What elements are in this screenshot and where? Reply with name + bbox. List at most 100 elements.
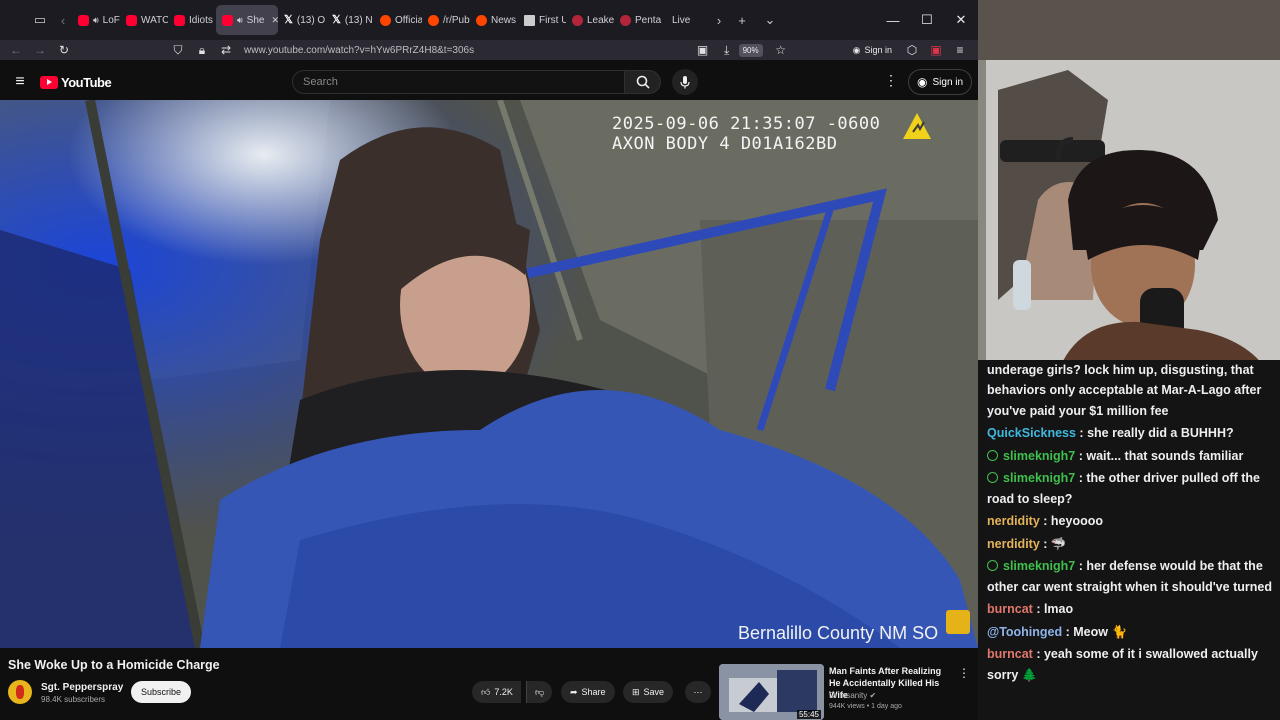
- hamburger-menu-icon[interactable]: ≡: [0, 73, 40, 91]
- minimize-icon[interactable]: —: [876, 5, 910, 35]
- chat-username[interactable]: nerdidity: [987, 514, 1040, 528]
- browser-sign-in[interactable]: ◉ Sign in: [853, 45, 892, 56]
- extensions-icon[interactable]: ⬡: [900, 40, 924, 60]
- voice-search-button[interactable]: [672, 69, 698, 95]
- close-window-icon[interactable]: ✕: [944, 5, 978, 35]
- search-button[interactable]: [625, 70, 661, 94]
- tab-label: LoFi D: [102, 14, 120, 26]
- back-icon[interactable]: ←: [4, 40, 28, 60]
- youtube-sign-in-button[interactable]: ◉ Sign in: [908, 69, 973, 95]
- chat-separator: :: [1075, 449, 1087, 463]
- browser-tab[interactable]: WATC: [120, 5, 168, 35]
- bookmark-star-icon[interactable]: ☆: [769, 40, 793, 60]
- browser-tab[interactable]: Officia: [374, 5, 422, 35]
- channel-watermark-icon[interactable]: [946, 610, 970, 634]
- chat-message-text: 🦈: [1050, 537, 1067, 551]
- browser-menu-icon[interactable]: ≡: [948, 40, 972, 60]
- share-button[interactable]: ➦ Share: [561, 681, 615, 703]
- browser-tab[interactable]: News: [470, 5, 518, 35]
- tab-label: First U: [539, 14, 566, 26]
- maximize-icon[interactable]: ☐: [910, 5, 944, 35]
- chat-message: @Toohinged : Meow 🐈: [987, 621, 1272, 644]
- browser-tab[interactable]: 🔊︎ She ✕: [216, 5, 278, 35]
- like-button[interactable]: 👍︎ 7.2K: [472, 681, 521, 703]
- webcam-feed: [978, 0, 1280, 372]
- dislike-button[interactable]: 👎︎: [526, 681, 553, 703]
- subscribe-button[interactable]: Subscribe: [131, 681, 192, 703]
- browser-tab[interactable]: 𝕏 (13) O: [278, 5, 326, 35]
- tab-label: (13) O: [296, 14, 326, 26]
- live-chat: underage girls? lock him up, disgusting,…: [978, 360, 1280, 720]
- browser-tab[interactable]: /r/Pub: [422, 5, 470, 35]
- tab-label: She: [246, 14, 265, 26]
- video-frame: [0, 100, 978, 648]
- recommended-meta: 944K views • 1 day ago: [829, 703, 902, 710]
- channel-avatar[interactable]: [8, 680, 32, 704]
- browser-tab[interactable]: Leake: [566, 5, 614, 35]
- browser-tab[interactable]: First U: [518, 5, 566, 35]
- reload-icon[interactable]: ↻: [52, 40, 76, 60]
- lock-icon[interactable]: 🔒︎: [190, 40, 214, 60]
- account-circle-icon: ◉: [917, 75, 928, 89]
- forward-icon[interactable]: →: [28, 40, 52, 60]
- chat-username[interactable]: slimeknigh7: [1003, 559, 1075, 573]
- permissions-icon[interactable]: ⇄: [214, 40, 238, 60]
- tab-strip: 🔊︎LoFi DWATCIdiots🔊︎She✕𝕏(13) O𝕏(13) NOf…: [72, 5, 710, 35]
- browser-tab[interactable]: 🔊︎LoFi D: [72, 5, 120, 35]
- youtube-logo[interactable]: YouTube: [40, 75, 112, 90]
- member-badge-icon: [987, 560, 998, 571]
- youtube-play-icon: [40, 75, 58, 89]
- address-bar[interactable]: www.youtube.com/watch?v=hYw6PRrZ4H8&t=30…: [244, 45, 691, 56]
- chat-username[interactable]: QuickSickness: [987, 426, 1076, 440]
- chat-username[interactable]: @Toohinged: [987, 625, 1062, 639]
- youtube-favicon-icon: [174, 14, 185, 26]
- zoom-level[interactable]: 90%: [738, 43, 763, 57]
- x-favicon-icon: 𝕏: [284, 13, 293, 26]
- search-input[interactable]: Search: [292, 70, 625, 94]
- recommended-thumbnail[interactable]: 55:45: [719, 664, 824, 720]
- chat-username[interactable]: slimeknigh7: [1003, 471, 1075, 485]
- channel-name[interactable]: Sgt. Pepperspray: [41, 682, 123, 693]
- chat-message: slimeknigh7 : wait... that sounds famili…: [987, 445, 1272, 468]
- chat-message: underage girls? lock him up, disgusting,…: [987, 360, 1272, 422]
- chat-username[interactable]: burncat: [987, 647, 1033, 661]
- chat-username[interactable]: slimeknigh7: [1003, 449, 1075, 463]
- tab-audio-icon[interactable]: 🔊︎: [237, 15, 243, 26]
- chat-username[interactable]: burncat: [987, 602, 1033, 616]
- extension-badge-icon[interactable]: ▣: [924, 40, 948, 60]
- chat-separator: :: [1032, 602, 1044, 616]
- browser-window: ▭ ‹ 🔊︎LoFi DWATCIdiots🔊︎She✕𝕏(13) O𝕏(13)…: [0, 0, 978, 720]
- document-favicon-icon: [524, 14, 535, 26]
- recommended-channel[interactable]: Dr Insanity ✔: [829, 691, 876, 700]
- new-tab-icon[interactable]: +: [728, 6, 756, 34]
- tab-overview-icon[interactable]: ▭: [26, 6, 54, 34]
- tab-scroll-right-icon[interactable]: ›: [710, 6, 728, 34]
- video-duration: 55:45: [796, 710, 821, 719]
- chat-message: burncat : yeah some of it i swallowed ac…: [987, 644, 1272, 686]
- browser-tab[interactable]: Live: [662, 5, 710, 35]
- tab-label: Live: [672, 14, 691, 26]
- more-actions-button[interactable]: ⋯: [685, 681, 711, 703]
- chat-separator: :: [1039, 514, 1051, 528]
- reddit-favicon-icon: [428, 14, 439, 26]
- picture-in-picture-icon[interactable]: ▣: [691, 40, 715, 60]
- browser-tab[interactable]: Idiots: [168, 5, 216, 35]
- chat-username[interactable]: nerdidity: [987, 537, 1040, 551]
- microphone-icon: [680, 76, 690, 89]
- tab-label: /r/Pub: [443, 14, 470, 26]
- save-button[interactable]: ⊞ Save: [623, 681, 674, 703]
- browser-tab[interactable]: 𝕏 (13) N: [326, 5, 374, 35]
- shield-icon[interactable]: ⛉: [166, 40, 190, 60]
- chat-message: QuickSickness : she really did a BUHHH?: [987, 422, 1272, 445]
- browser-tab[interactable]: Penta: [614, 5, 662, 35]
- recommended-more-icon[interactable]: ⋮: [958, 666, 970, 680]
- agency-caption: Bernalillo County NM SO: [738, 623, 939, 643]
- tab-audio-icon[interactable]: 🔊︎: [93, 15, 99, 26]
- settings-kebab-icon[interactable]: ⋮: [884, 72, 898, 89]
- search-icon: [636, 75, 650, 89]
- download-icon[interactable]: ⤓: [715, 40, 739, 60]
- tab-scroll-left-icon[interactable]: ‹: [54, 6, 72, 34]
- video-player[interactable]: 2025-09-06 21:35:07 -0600 AXON BODY 4 D01…: [0, 100, 978, 648]
- tab-list-icon[interactable]: ⌄: [756, 6, 784, 34]
- thumbs-down-icon: 👎︎: [535, 686, 545, 697]
